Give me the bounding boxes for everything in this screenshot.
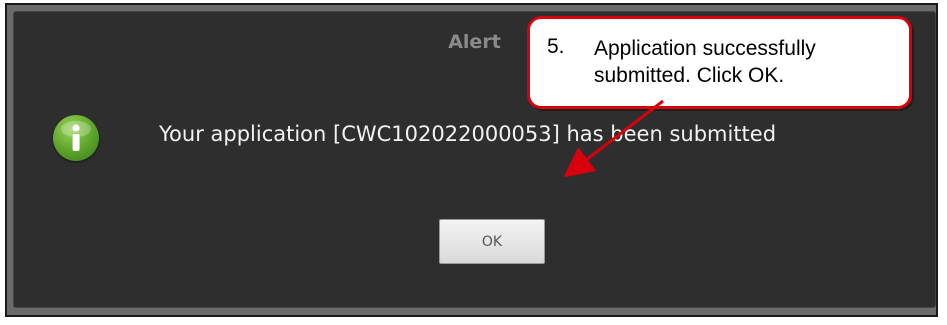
callout-text: Application successfully submitted. Clic… — [594, 37, 816, 87]
instruction-callout: 5. Application successfully submitted. C… — [527, 16, 912, 109]
ok-button[interactable]: OK — [439, 219, 545, 264]
info-icon — [53, 115, 99, 161]
alert-message: Your application [CWC102022000053] has b… — [159, 122, 777, 146]
callout-step-number: 5. — [547, 35, 565, 58]
